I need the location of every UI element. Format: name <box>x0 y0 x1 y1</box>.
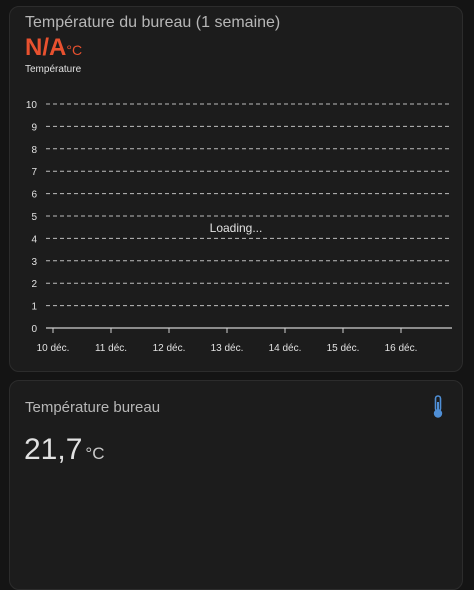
y-axis-ticks: 0 1 2 3 4 5 6 7 8 9 10 <box>26 100 38 335</box>
card-title: Température bureau <box>25 399 161 416</box>
sensor-value-unit: °C <box>85 444 105 463</box>
y-tick-label: 6 <box>31 190 37 201</box>
x-tick-label: 15 déc. <box>327 343 360 354</box>
y-tick-label: 10 <box>26 100 38 111</box>
sensor-value: 21,7 °C <box>24 433 104 467</box>
temperature-chart[interactable]: 0 1 2 3 4 5 6 7 8 9 10 10 déc. 11 déc. 12 déc. 13 déc… <box>0 0 474 380</box>
y-tick-label: 1 <box>31 302 37 313</box>
x-tick-label: 13 déc. <box>211 343 244 354</box>
y-tick-label: 5 <box>31 212 37 223</box>
y-tick-label: 8 <box>31 145 37 156</box>
sensor-value-text: 21,7 <box>24 433 83 466</box>
y-tick-label: 4 <box>31 234 37 245</box>
x-tick-label: 11 déc. <box>95 343 127 354</box>
x-tick-label: 14 déc. <box>269 343 302 354</box>
y-tick-label: 9 <box>31 122 37 133</box>
y-tick-label: 3 <box>31 257 37 268</box>
y-tick-label: 2 <box>31 279 37 290</box>
x-tick-label: 12 déc. <box>153 343 186 354</box>
thermometer-icon <box>430 395 446 419</box>
x-tick-label: 10 déc. <box>37 343 70 354</box>
x-axis-ticks: 10 déc. 11 déc. 12 déc. 13 déc. 14 déc. 15 dé… <box>37 328 418 354</box>
chart-grid <box>46 103 452 329</box>
temperature-sensor-card[interactable]: Température bureau 21,7 °C <box>9 380 463 590</box>
x-tick-label: 16 déc. <box>385 343 418 354</box>
y-tick-label: 7 <box>31 167 37 178</box>
loading-text: Loading... <box>210 221 263 235</box>
y-tick-label: 0 <box>31 324 37 335</box>
